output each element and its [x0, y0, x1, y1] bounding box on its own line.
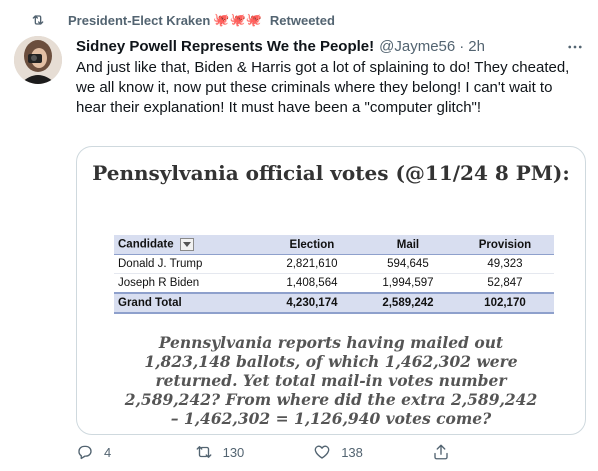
- column-header-mail: Mail: [359, 235, 456, 255]
- heart-icon: [314, 445, 330, 459]
- retweet-button[interactable]: 130: [195, 443, 314, 461]
- avatar-image: [14, 36, 62, 84]
- tweet-header: Sidney Powell Represents We the People! …: [76, 36, 584, 56]
- retweet-icon: [32, 15, 44, 25]
- table-cell: Donald J. Trump: [114, 254, 264, 274]
- tweet-media-image[interactable]: Pennsylvania official votes (@11/24 8 PM…: [76, 146, 586, 435]
- column-header-provision: Provision: [455, 235, 554, 255]
- octopus-emoji: 🐙🐙🐙: [213, 12, 262, 27]
- tweet-actions: 4 130 138: [76, 442, 546, 462]
- share-icon: [434, 444, 448, 460]
- table-cell: 2,821,610: [263, 254, 360, 274]
- column-header-candidate: Candidate: [114, 235, 264, 255]
- table-cell: Grand Total: [114, 292, 264, 314]
- tweet-time[interactable]: 2h: [468, 38, 485, 55]
- retweet-context[interactable]: President-Elect Kraken 🐙🐙🐙 Retweeted: [30, 10, 335, 30]
- reply-count: 4: [104, 444, 112, 460]
- table-cell: Joseph R Biden: [114, 273, 264, 294]
- like-count: 138: [341, 444, 363, 460]
- table-cell: 4,230,174: [263, 292, 360, 314]
- table-cell: 1,994,597: [359, 273, 456, 294]
- tweet-text: And just like that, Biden & Harris got a…: [76, 59, 570, 116]
- media-title: Pennsylvania official votes (@11/24 8 PM…: [92, 161, 570, 185]
- table-row: Donald J. Trump 2,821,610 594,645 49,323: [114, 254, 554, 274]
- table-total-row: Grand Total 4,230,174 2,589,242 102,170: [114, 292, 554, 314]
- column-header-election: Election: [263, 235, 360, 255]
- separator-dot: ·: [459, 37, 465, 55]
- vote-table: Candidate Election Mail Provision Donald…: [114, 235, 554, 314]
- table-cell: 102,170: [455, 292, 554, 314]
- author-handle[interactable]: @Jayme56: [379, 38, 455, 55]
- media-caption: Pennsylvania reports having mailed out 1…: [124, 333, 538, 428]
- share-button[interactable]: [432, 443, 546, 461]
- table-cell: 594,645: [359, 254, 456, 274]
- reply-button[interactable]: 4: [76, 443, 195, 461]
- table-row: Joseph R Biden 1,408,564 1,994,597 52,84…: [114, 273, 554, 294]
- retweeter-name[interactable]: President-Elect Kraken: [68, 13, 210, 28]
- table-cell: 52,847: [455, 273, 554, 294]
- retweet-icon: [196, 446, 212, 458]
- retweeted-label: Retweeted: [269, 12, 335, 28]
- filter-dropdown-icon: [179, 238, 194, 251]
- author-name[interactable]: Sidney Powell Represents We the People!: [76, 38, 374, 55]
- table-cell: 2,589,242: [359, 292, 456, 314]
- more-icon[interactable]: [566, 38, 584, 56]
- table-header-row: Candidate Election Mail Provision: [114, 235, 554, 255]
- avatar[interactable]: [14, 36, 62, 84]
- retweet-count: 130: [222, 444, 245, 460]
- table-cell: 49,323: [455, 254, 554, 274]
- like-button[interactable]: 138: [313, 443, 432, 461]
- reply-icon: [78, 445, 92, 460]
- table-cell: 1,408,564: [263, 273, 360, 294]
